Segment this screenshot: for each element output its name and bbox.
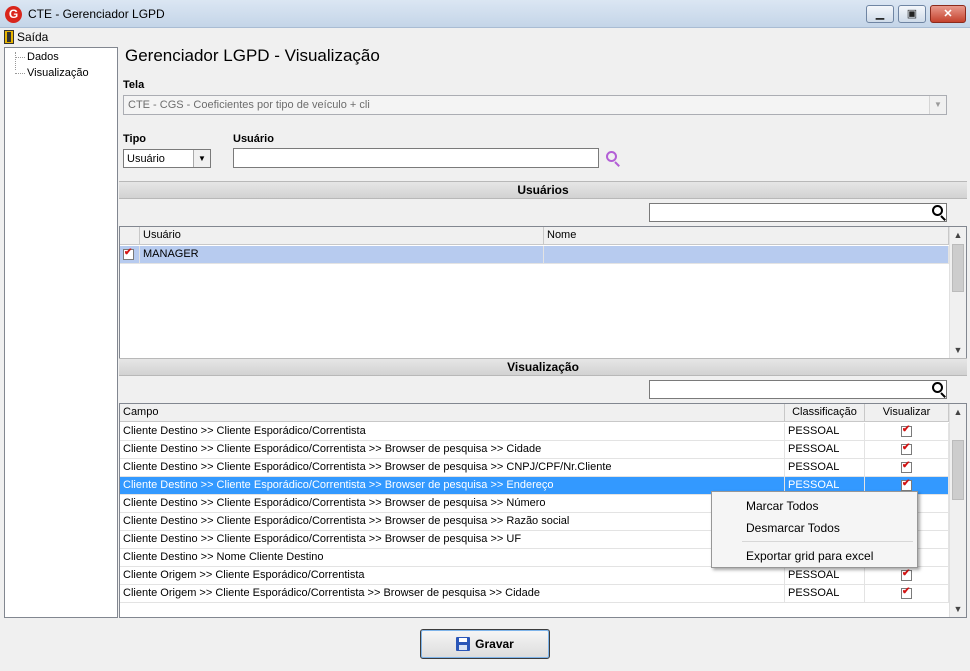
classificacao-cell: PESSOAL: [785, 423, 865, 440]
exit-door-icon: [4, 29, 14, 44]
chevron-down-icon[interactable]: ▼: [929, 96, 946, 114]
page-title: Gerenciador LGPD - Visualização: [125, 46, 380, 65]
checkbox[interactable]: [901, 442, 912, 455]
table-row[interactable]: Cliente Destino >> Cliente Esporádico/Co…: [120, 423, 949, 441]
campo-cell: Cliente Destino >> Cliente Esporádico/Co…: [120, 495, 785, 512]
table-row[interactable]: Cliente Destino >> Cliente Esporádico/Co…: [120, 441, 949, 459]
app-logo-icon: G: [5, 6, 22, 23]
ctx-marcar-todos[interactable]: Marcar Todos: [746, 499, 818, 513]
checkbox[interactable]: [901, 424, 912, 437]
scroll-down-icon[interactable]: ▼: [950, 342, 966, 358]
scrollbar-thumb[interactable]: [952, 244, 964, 292]
campo-cell: Cliente Destino >> Cliente Esporádico/Co…: [120, 423, 785, 440]
menu-exit-label: Saída: [17, 29, 49, 44]
table-row[interactable]: Cliente Origem >> Cliente Esporádico/Cor…: [120, 585, 949, 603]
title-bar: G CTE - Gerenciador LGPD ▁ ▣ ✕: [0, 0, 970, 28]
tipo-select-value: Usuário: [127, 153, 165, 165]
table-row[interactable]: Cliente Origem >> Cliente Esporádico/Cor…: [120, 567, 949, 585]
visualizacao-grid-header: Campo Classificação Visualizar: [120, 404, 949, 422]
classificacao-cell: PESSOAL: [785, 441, 865, 458]
usuario-cell: MANAGER: [140, 246, 544, 263]
checkbox[interactable]: [123, 247, 134, 260]
context-menu: Marcar Todos Desmarcar Todos Exportar gr…: [711, 491, 918, 568]
menu-exit[interactable]: Saída: [4, 28, 48, 45]
visualizacao-search-input[interactable]: [649, 380, 947, 399]
scrollbar-thumb[interactable]: [952, 440, 964, 500]
checkbox[interactable]: [901, 460, 912, 473]
visualizar-cell[interactable]: [865, 567, 949, 584]
usuarios-grid: Usuário Nome MANAGER ▲ ▼: [119, 226, 967, 359]
tipo-select[interactable]: Usuário ▼: [123, 149, 211, 168]
nome-cell: [544, 246, 949, 263]
tree-item-dados[interactable]: Dados: [27, 51, 59, 63]
grid-header-check: [120, 227, 140, 245]
tree-connector: [15, 73, 25, 74]
visualizar-cell[interactable]: [865, 441, 949, 458]
tipo-label: Tipo: [123, 133, 147, 145]
usuarios-scrollbar[interactable]: ▲ ▼: [949, 227, 966, 358]
visualizacao-section-header: Visualização: [119, 358, 967, 376]
visualizacao-scrollbar[interactable]: ▲ ▼: [949, 404, 966, 617]
scroll-up-icon[interactable]: ▲: [950, 404, 966, 420]
grid-header-usuario[interactable]: Usuário: [140, 227, 544, 245]
tela-select-value: CTE - CGS - Coeficientes por tipo de veí…: [128, 99, 370, 111]
campo-cell: Cliente Destino >> Cliente Esporádico/Co…: [120, 513, 785, 530]
client-area: Dados Visualização Gerenciador LGPD - Vi…: [0, 45, 970, 671]
close-button[interactable]: ✕: [930, 5, 966, 23]
window-title: CTE - Gerenciador LGPD: [28, 7, 165, 21]
usuario-input[interactable]: [233, 148, 599, 168]
campo-cell: Cliente Destino >> Cliente Esporádico/Co…: [120, 441, 785, 458]
usuarios-section-header: Usuários: [119, 181, 967, 199]
usuarios-search-button[interactable]: [930, 204, 948, 222]
ctx-exportar-excel[interactable]: Exportar grid para excel: [746, 549, 873, 563]
campo-cell: Cliente Origem >> Cliente Esporádico/Cor…: [120, 585, 785, 602]
usuario-label: Usuário: [233, 133, 274, 145]
menu-bar: Saída: [0, 28, 970, 45]
navigation-tree: Dados Visualização: [4, 47, 118, 618]
checkbox[interactable]: [901, 478, 912, 491]
campo-cell: Cliente Destino >> Cliente Esporádico/Co…: [120, 477, 785, 494]
tela-select[interactable]: CTE - CGS - Coeficientes por tipo de veí…: [123, 95, 947, 115]
checkbox[interactable]: [901, 586, 912, 599]
table-row[interactable]: MANAGER: [120, 246, 949, 264]
ctx-desmarcar-todos[interactable]: Desmarcar Todos: [746, 521, 840, 535]
classificacao-cell: PESSOAL: [785, 459, 865, 476]
usuarios-grid-header: Usuário Nome: [120, 227, 949, 245]
save-button[interactable]: Gravar: [420, 629, 550, 659]
tela-label: Tela: [123, 79, 145, 91]
visualizar-cell[interactable]: [865, 423, 949, 440]
campo-cell: Cliente Destino >> Cliente Esporádico/Co…: [120, 531, 785, 548]
scroll-up-icon[interactable]: ▲: [950, 227, 966, 243]
classificacao-cell: PESSOAL: [785, 567, 865, 584]
usuario-search-button[interactable]: [604, 150, 622, 168]
row-checkbox-cell[interactable]: [120, 246, 140, 263]
grid-header-visualizar[interactable]: Visualizar: [865, 404, 949, 422]
campo-cell: Cliente Destino >> Cliente Esporádico/Co…: [120, 459, 785, 476]
tree-item-visualizacao[interactable]: Visualização: [27, 67, 89, 79]
maximize-button[interactable]: ▣: [898, 5, 926, 23]
menu-divider: [742, 541, 913, 542]
scroll-down-icon[interactable]: ▼: [950, 601, 966, 617]
campo-cell: Cliente Destino >> Nome Cliente Destino: [120, 549, 785, 566]
save-button-label: Gravar: [475, 637, 514, 651]
grid-header-classificacao[interactable]: Classificação: [785, 404, 865, 422]
visualizacao-search-button[interactable]: [930, 381, 948, 399]
usuarios-search-input[interactable]: [649, 203, 947, 222]
visualizar-cell[interactable]: [865, 459, 949, 476]
grid-header-nome[interactable]: Nome: [544, 227, 949, 245]
tree-connector: [15, 57, 25, 58]
chevron-down-icon[interactable]: ▼: [193, 150, 210, 167]
tree-connector: [15, 52, 16, 70]
floppy-disk-icon: [456, 637, 471, 651]
table-row[interactable]: Cliente Destino >> Cliente Esporádico/Co…: [120, 459, 949, 477]
minimize-button[interactable]: ▁: [866, 5, 894, 23]
grid-header-campo[interactable]: Campo: [120, 404, 785, 422]
campo-cell: Cliente Origem >> Cliente Esporádico/Cor…: [120, 567, 785, 584]
visualizar-cell[interactable]: [865, 585, 949, 602]
checkbox[interactable]: [901, 568, 912, 581]
classificacao-cell: PESSOAL: [785, 585, 865, 602]
